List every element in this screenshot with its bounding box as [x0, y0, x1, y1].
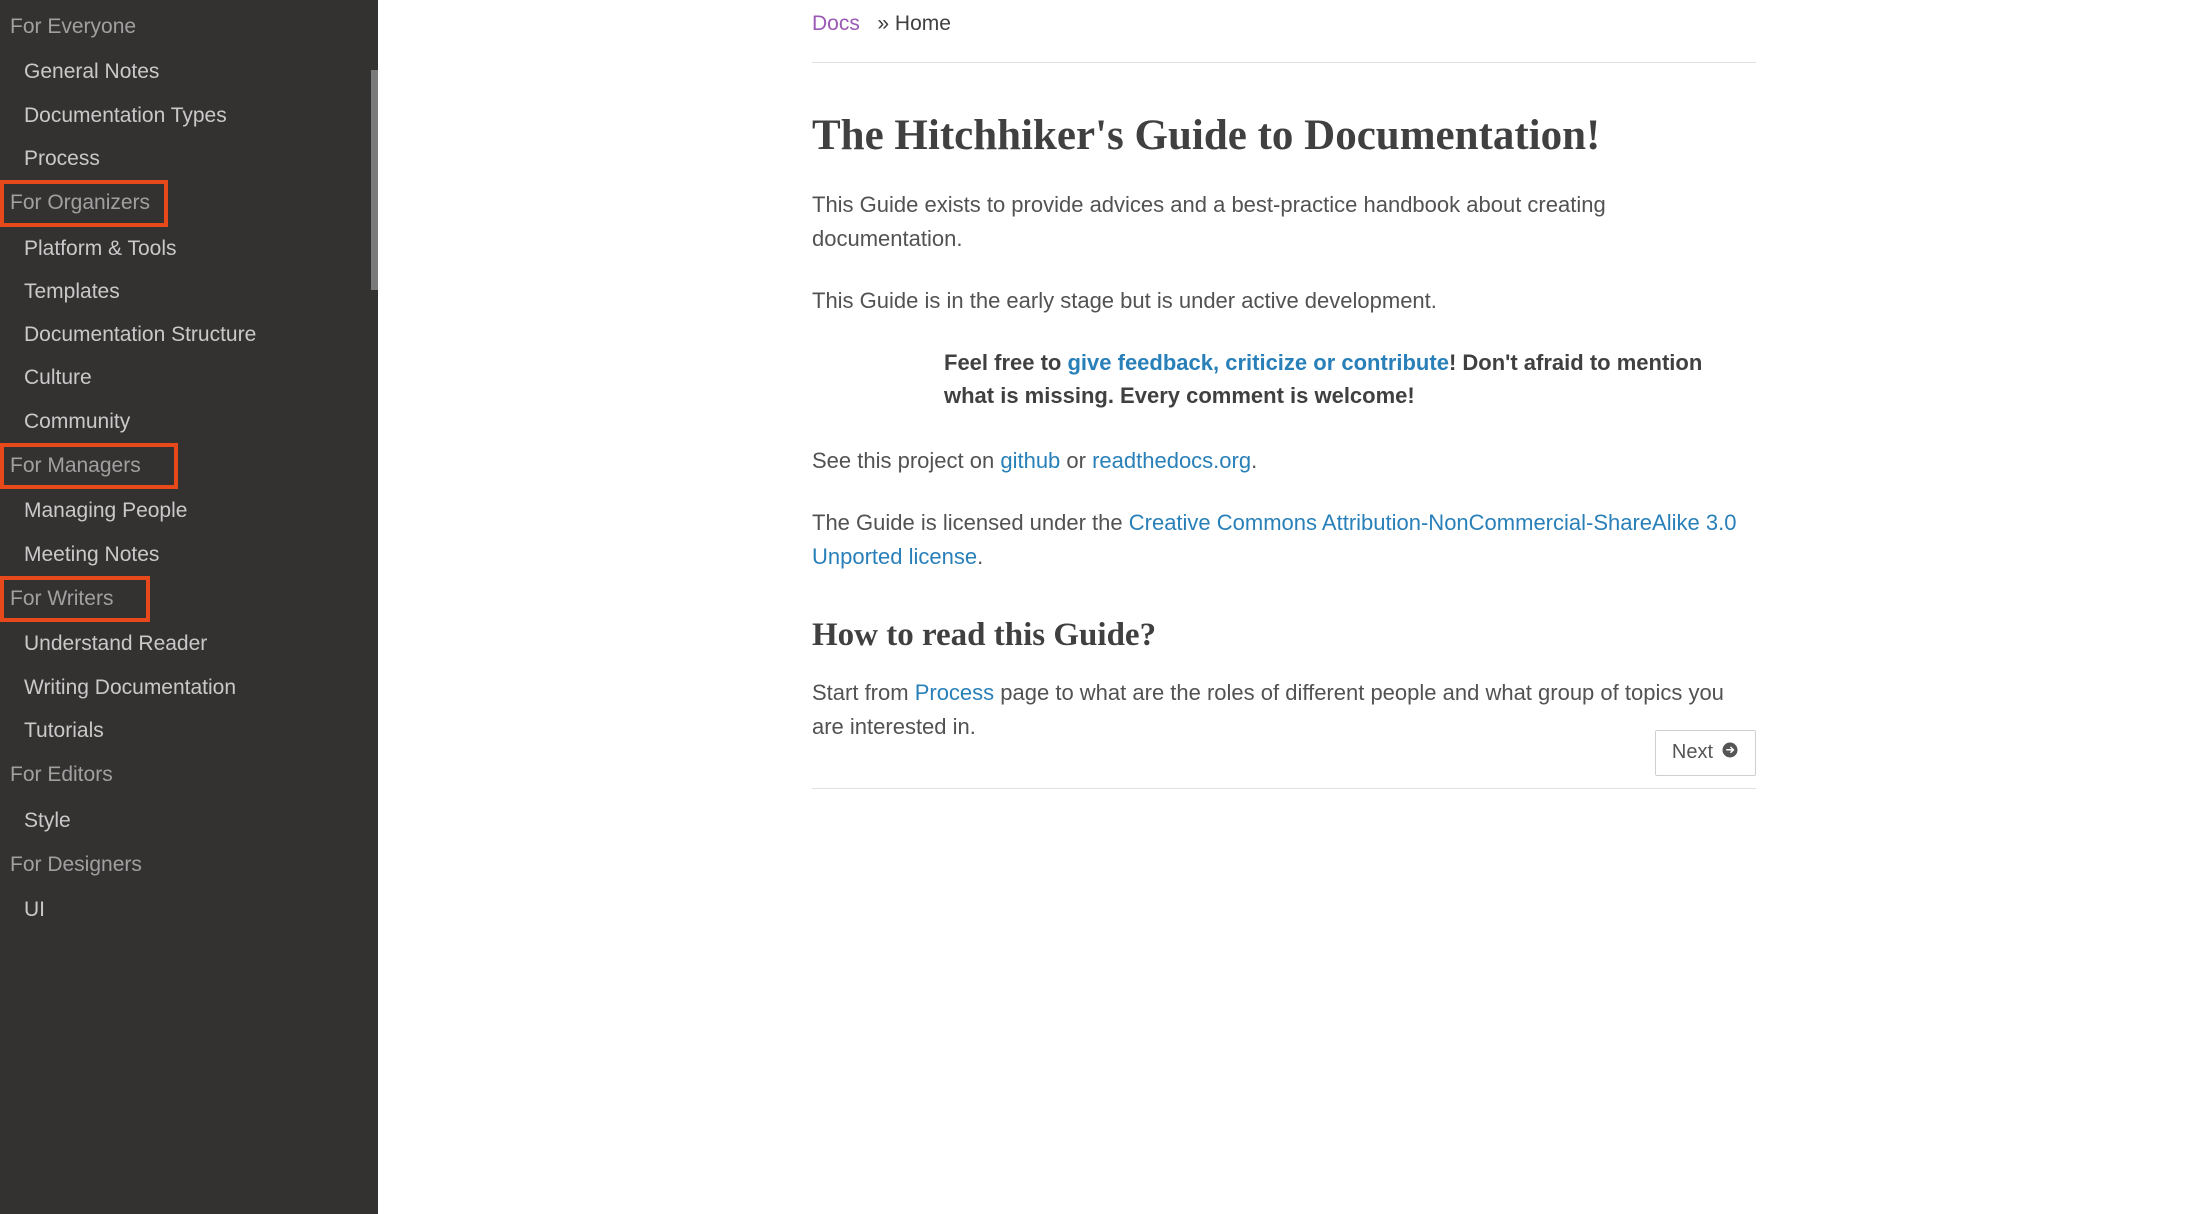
sidebar-item[interactable]: Platform & Tools: [0, 227, 378, 270]
howto-paragraph: Start from Process page to what are the …: [812, 676, 1756, 744]
sidebar-caption: For Writers: [0, 576, 378, 622]
sidebar-item[interactable]: Documentation Structure: [0, 313, 378, 356]
sidebar-item[interactable]: UI: [0, 888, 378, 931]
sidebar-item[interactable]: Culture: [0, 356, 378, 399]
sidebar-item[interactable]: Writing Documentation: [0, 666, 378, 709]
sidebar-caption: For Editors: [0, 752, 378, 798]
sidebar-caption: For Managers: [0, 443, 378, 489]
intro-paragraph-1: This Guide exists to provide advices and…: [812, 188, 1756, 256]
content-column: Docs » Home The Hitchhiker's Guide to Do…: [812, 0, 1756, 1214]
intro-paragraph-2: This Guide is in the early stage but is …: [812, 284, 1756, 318]
github-link[interactable]: github: [1000, 448, 1060, 473]
sidebar-item[interactable]: Tutorials: [0, 709, 378, 752]
sidebar-caption: For Organizers: [0, 180, 378, 226]
main-area: Docs » Home The Hitchhiker's Guide to Do…: [378, 0, 2190, 1214]
sidebar-item[interactable]: Meeting Notes: [0, 533, 378, 576]
howto-pre: Start from: [812, 680, 915, 705]
license-paragraph: The Guide is licensed under the Creative…: [812, 506, 1756, 574]
see-project-post: .: [1251, 448, 1257, 473]
see-project-or: or: [1060, 448, 1092, 473]
sidebar-item[interactable]: Process: [0, 137, 378, 180]
arrow-right-circle-icon: [1721, 741, 1739, 765]
next-button[interactable]: Next: [1655, 730, 1756, 776]
next-button-label: Next: [1672, 741, 1713, 764]
readthedocs-link[interactable]: readthedocs.org: [1092, 448, 1251, 473]
callout-contribute-link[interactable]: give feedback, criticize or contribute: [1067, 350, 1448, 375]
license-post: .: [977, 544, 983, 569]
breadcrumb: Docs » Home: [812, 2, 1756, 63]
callout-block: Feel free to give feedback, criticize or…: [944, 346, 1746, 412]
sidebar-item[interactable]: Documentation Types: [0, 94, 378, 137]
sidebar-item[interactable]: Understand Reader: [0, 622, 378, 665]
see-project-pre: See this project on: [812, 448, 1000, 473]
sidebar-item[interactable]: Managing People: [0, 489, 378, 532]
breadcrumb-current: Home: [895, 12, 951, 35]
sidebar-nav: For EveryoneGeneral NotesDocumentation T…: [0, 0, 378, 1214]
sidebar-item[interactable]: Templates: [0, 270, 378, 313]
breadcrumb-separator: »: [877, 12, 889, 35]
footer-nav: Next: [812, 788, 1756, 789]
process-link[interactable]: Process: [915, 680, 994, 705]
callout-pre-text: Feel free to: [944, 350, 1067, 375]
license-pre: The Guide is licensed under the: [812, 510, 1129, 535]
sidebar-item[interactable]: Community: [0, 400, 378, 443]
sidebar-item[interactable]: General Notes: [0, 50, 378, 93]
breadcrumb-docs-link[interactable]: Docs: [812, 12, 860, 35]
sidebar-item[interactable]: Style: [0, 799, 378, 842]
sidebar-caption: For Everyone: [0, 4, 378, 50]
sidebar-caption: For Designers: [0, 842, 378, 888]
see-project-paragraph: See this project on github or readthedoc…: [812, 444, 1756, 478]
page-title: The Hitchhiker's Guide to Documentation!: [812, 111, 1756, 160]
howto-heading: How to read this Guide?: [812, 617, 1756, 654]
